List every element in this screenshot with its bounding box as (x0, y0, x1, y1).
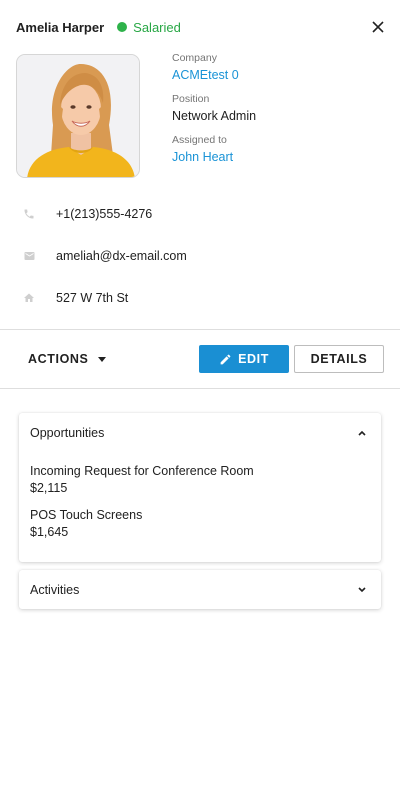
activities-card: Activities (19, 570, 381, 609)
address-value: 527 W 7th St (56, 291, 129, 305)
assigned-group: Assigned to John Heart (172, 134, 256, 164)
opportunities-title: Opportunities (30, 426, 105, 440)
actions-dropdown-button[interactable]: ACTIONS (16, 345, 118, 373)
phone-row: +1(213)555-4276 (22, 204, 382, 224)
details-button[interactable]: DETAILS (294, 345, 384, 373)
company-label: Company (172, 52, 217, 64)
opportunity-name: Incoming Request for Conference Room (30, 464, 254, 478)
status-badge: Salaried (117, 20, 181, 35)
contact-meta: Company ACMEtest 0 Position Network Admi… (172, 52, 256, 175)
activities-title: Activities (30, 583, 80, 597)
status-dot-icon (117, 22, 128, 32)
close-icon (372, 21, 384, 33)
avatar (16, 54, 140, 178)
company-group: Company ACMEtest 0 (172, 52, 256, 82)
opportunities-card: Opportunities Incoming Request for Confe… (19, 413, 381, 562)
edit-button[interactable]: EDIT (199, 345, 289, 373)
email-value[interactable]: ameliah@dx-email.com (56, 249, 187, 263)
pencil-icon (219, 353, 232, 366)
close-button[interactable] (368, 17, 388, 37)
address-row: 527 W 7th St (22, 288, 382, 308)
caret-down-icon (98, 356, 107, 362)
actions-label: ACTIONS (28, 352, 89, 366)
phone-value[interactable]: +1(213)555-4276 (56, 207, 152, 221)
assigned-label: Assigned to (172, 134, 227, 146)
opportunity-amount: $2,115 (30, 481, 68, 495)
chevron-up-icon (358, 430, 366, 436)
mail-icon (22, 249, 36, 263)
home-icon (22, 291, 36, 305)
position-value: Network Admin (172, 109, 257, 123)
divider-bottom (0, 388, 400, 389)
phone-icon (22, 207, 36, 221)
email-row: ameliah@dx-email.com (22, 246, 382, 266)
edit-label: EDIT (238, 352, 269, 366)
activities-header[interactable]: Activities (19, 570, 381, 610)
opportunity-amount: $1,645 (30, 525, 69, 539)
opportunity-item[interactable]: POS Touch Screens $1,645 (19, 507, 381, 541)
contact-name: Amelia Harper (16, 19, 105, 35)
status-text: Salaried (133, 19, 181, 35)
opportunity-name: POS Touch Screens (30, 508, 143, 522)
position-label: Position (172, 93, 210, 105)
chevron-down-icon (358, 587, 366, 593)
company-link[interactable]: ACMEtest 0 (172, 68, 256, 82)
avatar-photo (17, 55, 139, 177)
divider-top (0, 329, 400, 330)
position-group: Position Network Admin (172, 93, 256, 123)
details-label: DETAILS (310, 352, 368, 366)
opportunities-header[interactable]: Opportunities (19, 413, 381, 453)
contact-header: Amelia Harper Salaried (0, 0, 400, 54)
assigned-link[interactable]: John Heart (172, 150, 256, 164)
opportunity-item[interactable]: Incoming Request for Conference Room $2,… (19, 463, 381, 497)
